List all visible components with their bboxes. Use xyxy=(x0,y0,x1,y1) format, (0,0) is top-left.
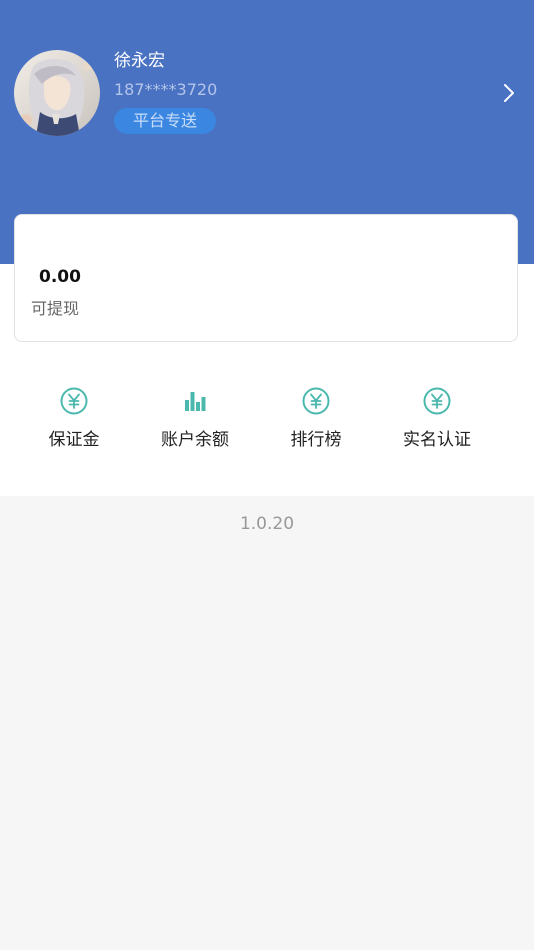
bar-chart-icon xyxy=(180,386,210,416)
yen-circle-icon xyxy=(59,386,89,416)
yen-circle-icon xyxy=(422,386,452,416)
delivery-type-badge: 平台专送 xyxy=(114,108,216,134)
withdrawable-label: 可提现 xyxy=(31,299,80,318)
menu-item-label: 保证金 xyxy=(48,430,100,450)
menu-item-label: 实名认证 xyxy=(403,430,471,450)
menu-item-label: 账户余额 xyxy=(161,430,229,450)
menu-item-real-name-auth[interactable]: 实名认证 xyxy=(377,380,497,460)
menu-item-deposit[interactable]: 保证金 xyxy=(14,380,134,460)
yen-circle-icon xyxy=(301,386,331,416)
menu-item-leaderboard[interactable]: 排行榜 xyxy=(256,380,376,460)
avatar[interactable] xyxy=(14,50,100,136)
user-phone: 187****3720 xyxy=(114,80,218,99)
chevron-right-icon[interactable] xyxy=(498,82,520,104)
user-name: 徐永宏 xyxy=(114,51,165,71)
avatar-image xyxy=(14,50,100,136)
balance-card[interactable]: 0.00 可提现 xyxy=(14,214,518,342)
withdrawable-amount: 0.00 xyxy=(39,267,81,287)
app-version: 1.0.20 xyxy=(239,514,295,534)
menu-item-label: 排行榜 xyxy=(290,430,342,450)
menu-item-account-balance[interactable]: 账户余额 xyxy=(135,380,255,460)
